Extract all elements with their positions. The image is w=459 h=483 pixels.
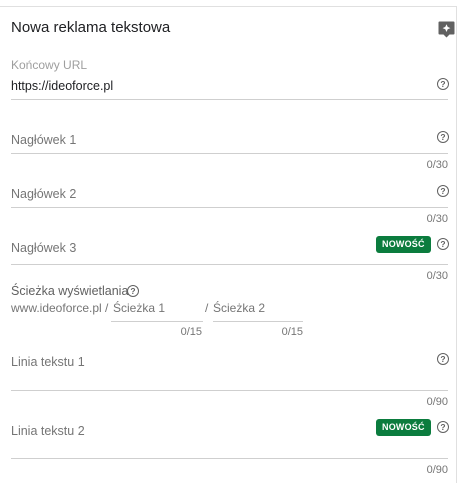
final-url-input[interactable]: https://ideoforce.pl [11, 79, 113, 93]
ad-preview-sparkle-icon[interactable] [438, 21, 455, 38]
headline1-counter: 0/30 [426, 159, 448, 171]
display-path-label: Ścieżka wyświetlania [11, 284, 129, 298]
display-path-help-icon[interactable]: ? [127, 285, 139, 297]
description2-input[interactable]: Linia tekstu 2 [11, 424, 85, 438]
display-path-domain: www.ideoforce.pl [11, 301, 102, 315]
description2-help-icon[interactable]: ? [437, 421, 449, 433]
headline1-underline [11, 153, 448, 154]
description1-counter: 0/90 [426, 396, 448, 408]
headline2-input[interactable]: Nagłówek 2 [11, 187, 76, 201]
headline2-help-icon[interactable]: ? [437, 185, 449, 197]
form-title: Nowa reklama tekstowa [11, 19, 171, 36]
card-top-border [0, 6, 456, 7]
headline1-input[interactable]: Nagłówek 1 [11, 133, 76, 147]
headline3-underline [11, 264, 448, 265]
headline1-help-icon[interactable]: ? [437, 131, 449, 143]
description1-input[interactable]: Linia tekstu 1 [11, 355, 85, 369]
description1-help-icon[interactable]: ? [437, 353, 449, 365]
final-url-help-icon[interactable]: ? [437, 78, 449, 90]
display-path2-counter: 0/15 [281, 326, 303, 338]
display-path2-input[interactable]: Ścieżka 2 [213, 301, 265, 315]
display-path1-input[interactable]: Ścieżka 1 [113, 301, 165, 315]
display-path-separator-2: / [205, 301, 209, 315]
headline3-help-icon[interactable]: ? [437, 238, 449, 250]
display-path1-counter: 0/15 [180, 326, 202, 338]
headline3-input[interactable]: Nagłówek 3 [11, 241, 76, 255]
display-path-separator-1: / [105, 301, 109, 315]
description1-underline [11, 390, 448, 391]
description2-new-badge: NOWOŚĆ [376, 419, 431, 436]
headline2-counter: 0/30 [426, 213, 448, 225]
final-url-label: Końcowy URL [11, 58, 88, 72]
card-right-border [456, 6, 457, 483]
display-path1-underline [111, 321, 203, 322]
final-url-underline [11, 99, 448, 100]
description2-underline [11, 458, 448, 459]
headline3-new-badge: NOWOŚĆ [376, 236, 431, 253]
headline2-underline [11, 207, 448, 208]
display-path2-underline [213, 321, 303, 322]
description2-counter: 0/90 [426, 464, 448, 476]
headline3-counter: 0/30 [426, 270, 448, 282]
